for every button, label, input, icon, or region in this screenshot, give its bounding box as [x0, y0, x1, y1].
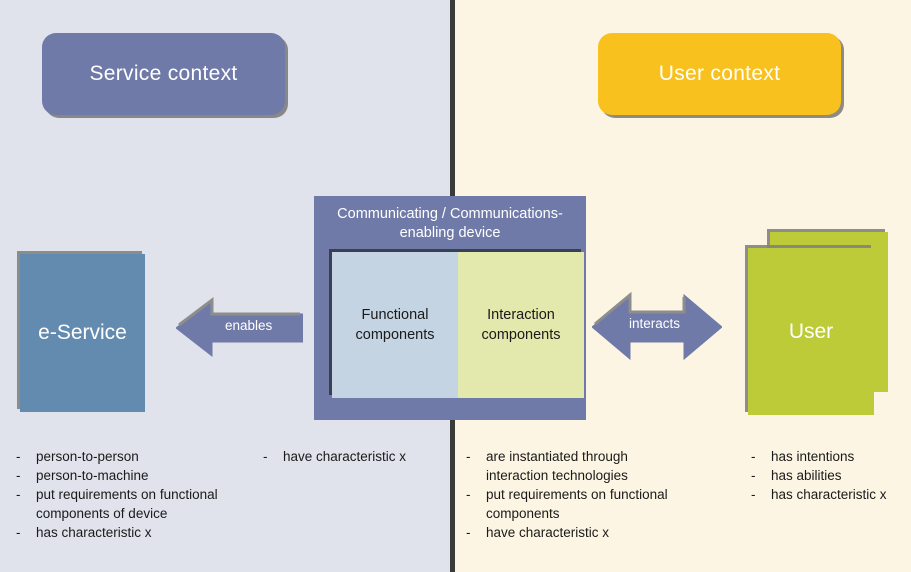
- device-bullet-list: - have characteristic x: [263, 447, 438, 466]
- bullet-text: has intentions: [771, 449, 855, 464]
- user-box-front-sheet: User: [748, 248, 874, 415]
- bullet-marker: -: [16, 449, 21, 464]
- bullet-text: have characteristic x: [283, 449, 407, 464]
- functional-components-panel[interactable]: Functional components: [332, 252, 458, 398]
- bullet-item: - has abilities: [751, 466, 911, 485]
- bullet-marker: -: [16, 487, 21, 502]
- interaction-bullet-list: - are instantiated through interaction te…: [466, 447, 671, 542]
- bullet-text: person-to-machine: [36, 468, 149, 483]
- bullet-item: - has characteristic x: [751, 485, 911, 504]
- user-box[interactable]: User: [748, 232, 888, 415]
- bullet-marker: -: [751, 487, 756, 502]
- bullet-marker: -: [466, 449, 471, 464]
- user-label: User: [788, 319, 834, 343]
- bullet-text: have characteristic x: [486, 525, 610, 540]
- bullet-item: - put requirements on functional componen…: [466, 485, 671, 523]
- bullet-item: - have characteristic x: [466, 523, 671, 542]
- bullet-marker: -: [263, 449, 268, 464]
- interacts-label: interacts: [629, 316, 681, 331]
- bullet-text: put requirements on functional component…: [486, 487, 668, 521]
- bullet-item: - have characteristic x: [263, 447, 438, 466]
- eservice-box[interactable]: e-Service: [20, 254, 145, 412]
- bullet-marker: -: [16, 468, 21, 483]
- bullet-marker: -: [16, 525, 21, 540]
- user-bullet-list: - has intentions - has abilities - has charac…: [751, 447, 911, 504]
- functional-components-label-line1: Functional: [361, 307, 429, 323]
- bullet-item: - put requirements on functional componen…: [16, 485, 231, 523]
- functional-components-label-line2: components: [355, 327, 435, 343]
- user-context-box[interactable]: User context: [598, 33, 841, 115]
- bullet-item: - person-to-person: [16, 447, 231, 466]
- bullet-text: put requirements on functional component…: [36, 487, 218, 521]
- bullet-text: has abilities: [771, 468, 842, 483]
- bullet-text: has characteristic x: [36, 525, 152, 540]
- enables-label: enables: [225, 318, 273, 333]
- device-title: Communicating / Communications-enabling …: [337, 206, 563, 241]
- user-context-label: User context: [658, 62, 781, 85]
- service-context-label: Service context: [89, 62, 238, 85]
- device-box[interactable]: Communicating / Communications-enabling …: [314, 196, 586, 420]
- bullet-item: - are instantiated through interaction te…: [466, 447, 671, 485]
- bullet-marker: -: [751, 468, 756, 483]
- bullet-marker: -: [751, 449, 756, 464]
- bullet-marker: -: [466, 487, 471, 502]
- service-bullet-list: - person-to-person - person-to-machine - put …: [16, 447, 231, 542]
- interaction-components-panel[interactable]: Interaction components: [458, 252, 584, 398]
- bullet-text: person-to-person: [36, 449, 139, 464]
- bullet-item: - person-to-machine: [16, 466, 231, 485]
- service-context-box[interactable]: Service context: [42, 33, 285, 115]
- device-components-container: Functional components Interaction compon…: [332, 252, 584, 398]
- bullet-item: - has intentions: [751, 447, 911, 466]
- bullet-text: are instantiated through interaction tec…: [486, 449, 628, 483]
- bullet-text: has characteristic x: [771, 487, 887, 502]
- diagram-canvas: Service context User context e-Service e…: [0, 0, 911, 572]
- eservice-label: e-Service: [38, 321, 127, 344]
- interaction-components-label-line2: components: [481, 327, 561, 343]
- bullet-marker: -: [466, 525, 471, 540]
- interaction-components-label-line1: Interaction: [487, 307, 555, 323]
- bullet-item: - has characteristic x: [16, 523, 231, 542]
